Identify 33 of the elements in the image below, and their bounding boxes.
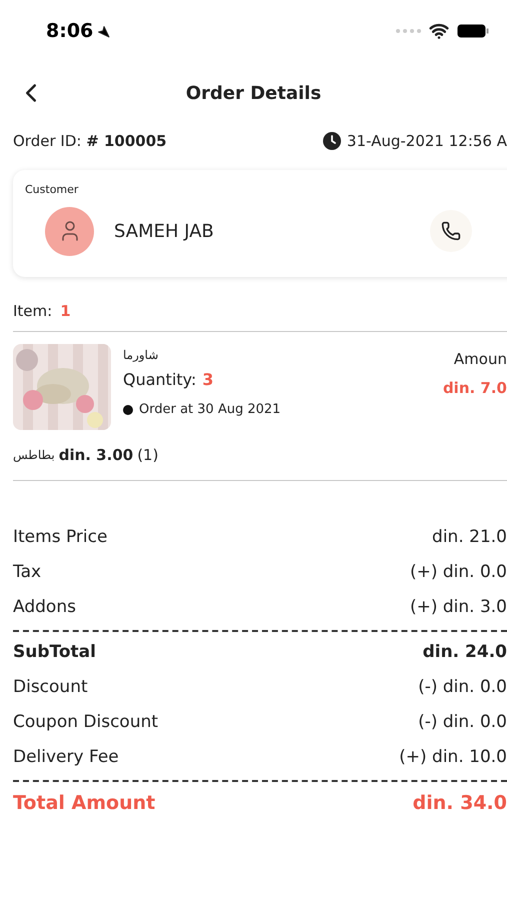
customer-name: SAMEH JAB — [114, 220, 214, 244]
summary-label: Total Amount — [13, 790, 156, 816]
summary-label: SubTotal — [13, 641, 96, 664]
order-date: 31-Aug-2021 12:56 A — [346, 130, 507, 152]
page-title: Order Details — [186, 82, 322, 106]
quantity-value: 3 — [202, 369, 214, 391]
item-count-label: Item: — [13, 300, 52, 322]
quantity-label: Quantity: — [123, 369, 196, 391]
addon-price: din. 3.00 — [58, 445, 134, 466]
summary-label: Delivery Fee — [13, 746, 119, 770]
addon-name: بطاطس — [13, 447, 55, 464]
summary-value: (+) din. 10.0 — [399, 746, 507, 770]
summary-value: din. 24.0 — [422, 641, 507, 664]
amount-label: Amoun — [454, 349, 507, 370]
summary-value: (-) din. 0.0 — [418, 711, 507, 734]
item-name: شاورما — [123, 347, 160, 364]
status-time: 8:06 — [46, 18, 94, 44]
order-time: Order at 30 Aug 2021 — [139, 401, 281, 419]
summary-label: Addons — [13, 596, 76, 620]
customer-label: Customer — [25, 182, 80, 198]
summary-value: din. 21.0 — [432, 526, 507, 550]
summary-label: Tax — [13, 561, 42, 584]
item-count: 1 — [60, 300, 71, 322]
summary-label: Discount — [13, 676, 88, 700]
summary-value: (-) din. 0.0 — [418, 676, 507, 700]
summary-label: Items Price — [13, 526, 108, 550]
amount-value: din. 7.0 — [442, 378, 507, 398]
summary-value: (+) din. 0.0 — [410, 561, 507, 584]
order-id: Order ID: # 100005 — [13, 130, 167, 152]
summary-value: din. 34.0 — [412, 790, 507, 816]
addon-count: (1) — [137, 445, 158, 466]
summary-label: Coupon Discount — [13, 711, 158, 734]
summary-value: (+) din. 3.0 — [410, 596, 507, 620]
